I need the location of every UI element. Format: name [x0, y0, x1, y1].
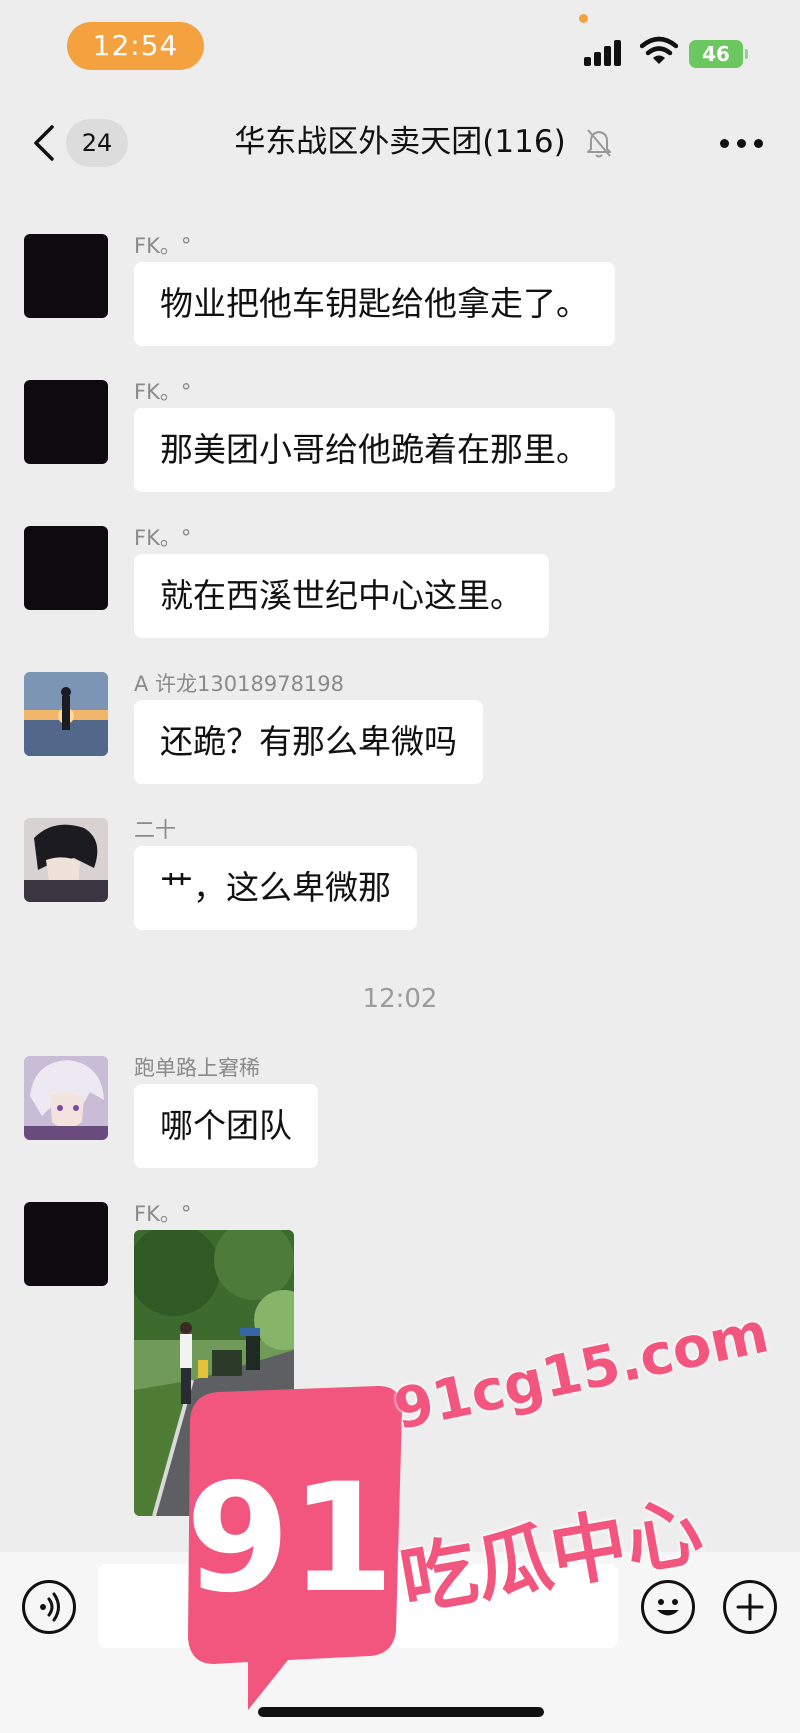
wifi-icon — [640, 36, 678, 64]
voice-wave-icon — [40, 1592, 60, 1622]
status-bar: 12:54 46 — [0, 0, 800, 95]
sender-name: FK。° — [134, 234, 192, 258]
status-time: 12:54 — [67, 22, 204, 70]
message-bubble[interactable]: 哪个团队 — [134, 1084, 318, 1168]
street-photo-image — [134, 1230, 294, 1516]
avatar[interactable] — [24, 380, 108, 464]
plus-icon — [736, 1593, 764, 1621]
sender-name: FK。° — [134, 526, 192, 550]
battery-level: 46 — [702, 42, 730, 66]
home-indicator — [258, 1707, 544, 1717]
chat-header: 24 华东战区外卖天团(116) — [0, 95, 800, 190]
time-divider: 12:02 — [362, 984, 438, 1014]
sender-name: FK。° — [134, 380, 192, 404]
group-chat-title[interactable]: 华东战区外卖天团(116) — [0, 117, 800, 167]
cellular-signal-icon — [584, 40, 624, 66]
message-bubble[interactable]: 艹，这么卑微那 — [134, 846, 417, 930]
message-bubble[interactable]: 物业把他车钥匙给他拿走了。 — [134, 262, 615, 346]
message-bubble[interactable]: 还跪？有那么卑微吗 — [134, 700, 483, 784]
group-title-text: 华东战区外卖天团(116) — [234, 124, 566, 160]
sender-name: FK。° — [134, 1202, 192, 1226]
input-toolbar — [0, 1552, 800, 1733]
message-list[interactable]: 11:58 FK。° 物业把他车钥匙给他拿走了。 FK。° 那美团小哥给他跪着在… — [0, 190, 800, 1552]
message-bubble[interactable]: 那美团小哥给他跪着在那里。 — [134, 408, 615, 492]
avatar[interactable] — [24, 672, 108, 756]
sender-name: 二十 — [134, 818, 176, 842]
battery-icon: 46 — [689, 40, 748, 68]
avatar[interactable] — [24, 526, 108, 610]
message-input[interactable] — [98, 1564, 618, 1648]
more-actions-button[interactable] — [723, 1580, 777, 1634]
emoji-button[interactable] — [641, 1580, 695, 1634]
smiley-face-icon — [657, 1599, 679, 1616]
mute-bell-icon — [587, 129, 611, 158]
sender-name: A 许龙13018978198 — [134, 672, 345, 696]
avatar[interactable] — [24, 1202, 108, 1286]
avatar[interactable] — [24, 234, 108, 318]
sender-name: 跑单路上窘稀 — [134, 1056, 260, 1080]
image-message[interactable] — [134, 1230, 294, 1516]
avatar[interactable] — [24, 1056, 108, 1140]
more-options-icon[interactable] — [720, 139, 764, 149]
voice-input-button[interactable] — [22, 1580, 76, 1634]
anime-silver-hair-avatar-image — [24, 1056, 108, 1140]
avatar[interactable] — [24, 818, 108, 902]
anime-dark-hair-avatar-image — [24, 818, 108, 902]
sunset-silhouette-avatar-image — [24, 672, 108, 756]
privacy-indicator-dot — [579, 14, 588, 23]
message-bubble[interactable]: 就在西溪世纪中心这里。 — [134, 554, 549, 638]
